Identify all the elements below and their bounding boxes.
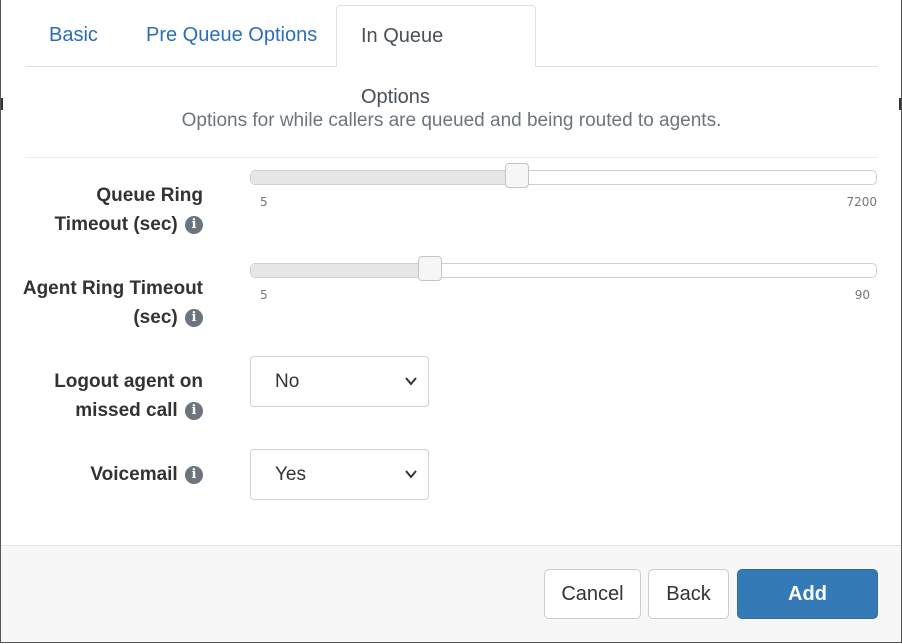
select-value: Yes [275,464,306,485]
logout-on-missed-call-select[interactable]: No [250,356,429,407]
label-line: Queue Ring [96,185,203,206]
slider-range-fill [251,264,430,277]
slider-range-fill [251,171,517,184]
divider [25,157,878,158]
label-text: Voicemail [90,464,178,485]
label-line: missed call i [54,396,203,425]
slider-min-label: 5 [260,195,268,209]
label-line: (sec) i [23,303,203,332]
label-line: Timeout (sec) i [55,210,203,239]
cancel-button[interactable]: Cancel [544,569,641,619]
info-icon[interactable]: i [185,402,203,420]
tab-basic[interactable]: Basic [25,5,122,66]
edge-mark [899,98,901,110]
chevron-down-icon [405,377,417,386]
info-icon[interactable]: i [185,466,203,484]
voicemail-select[interactable]: Yes [250,449,429,500]
logout-on-missed-call-label: Logout agent on missed call i [54,367,203,425]
label-text: (sec) [133,307,178,328]
label-line: Agent Ring Timeout [22,278,203,299]
slider-max-label: 7200 [846,195,877,209]
label-line: Voicemail i [90,460,203,489]
slider-max-label: 90 [854,288,870,302]
add-button[interactable]: Add [737,569,878,619]
info-icon[interactable]: i [185,216,203,234]
tab-pre-queue-options[interactable]: Pre Queue Options [122,5,341,66]
info-icon[interactable]: i [185,309,203,327]
queue-ring-timeout-label: Queue Ring Timeout (sec) i [55,181,203,239]
queue-ring-timeout-slider[interactable] [250,163,877,188]
tab-in-queue-options[interactable]: In Queue Options [336,5,536,108]
section-description: Options for while callers are queued and… [181,110,722,131]
tab-bar: Basic Pre Queue Options In Queue Options [25,0,878,108]
voicemail-label: Voicemail i [90,460,203,489]
agent-ring-timeout-slider[interactable] [250,256,877,281]
modal-dialog: Basic Pre Queue Options In Queue Options… [0,0,902,643]
slider-min-label: 5 [260,288,268,302]
back-button[interactable]: Back [648,569,729,619]
edge-mark [1,98,3,110]
chevron-down-icon [405,470,417,479]
label-line: Logout agent on [54,371,203,392]
modal-footer: Cancel Back Add [1,545,901,642]
agent-ring-timeout-label: Agent Ring Timeout (sec) i [23,274,203,332]
label-text: missed call [75,400,178,421]
slider-handle[interactable] [505,163,529,188]
slider-handle[interactable] [418,256,442,281]
select-value: No [275,371,300,392]
label-text: Timeout (sec) [54,214,178,235]
